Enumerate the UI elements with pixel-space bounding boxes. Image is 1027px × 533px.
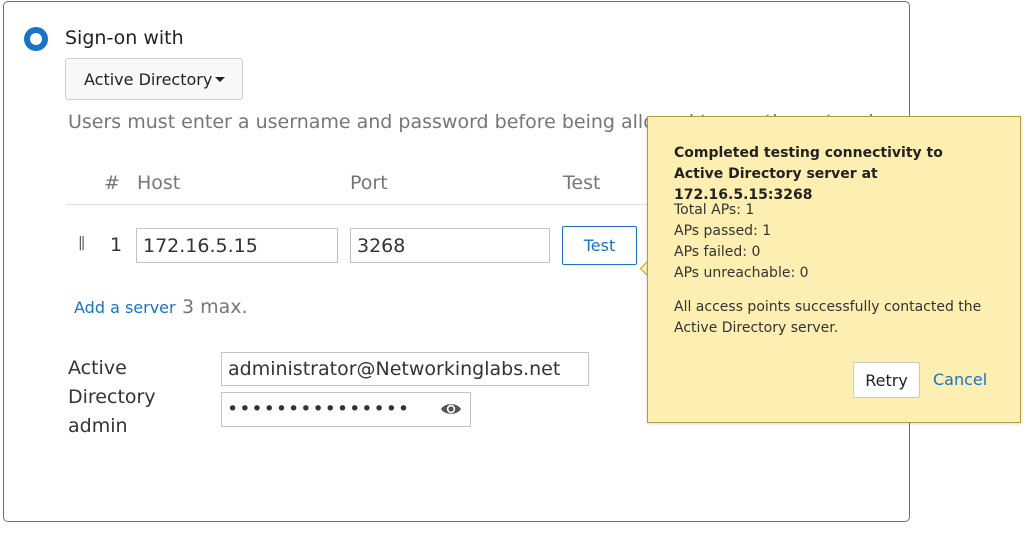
- test-button[interactable]: Test: [562, 226, 637, 265]
- popover-message: All access points successfully contacted…: [674, 299, 982, 336]
- host-input[interactable]: 172.16.5.15: [136, 228, 338, 263]
- col-header-number: #: [104, 172, 120, 194]
- admin-label-line: admin: [68, 415, 128, 437]
- directory-dropdown[interactable]: Active Directory: [65, 58, 243, 100]
- admin-label: Active Directory admin: [68, 354, 156, 441]
- stat-total-aps: Total APs: 1: [674, 202, 755, 218]
- drag-handle-icon[interactable]: ||: [78, 235, 86, 251]
- admin-label-line: Active: [68, 357, 127, 379]
- cancel-button[interactable]: Cancel: [933, 370, 987, 389]
- admin-label-line: Directory: [68, 386, 156, 408]
- admin-username-value: administrator@Networkinglabs.net: [228, 358, 561, 380]
- radio-selected-icon[interactable]: [24, 27, 48, 51]
- retry-button[interactable]: Retry: [853, 362, 920, 398]
- stat-aps-unreachable: APs unreachable: 0: [674, 265, 809, 281]
- port-input[interactable]: 3268: [350, 228, 550, 263]
- host-value: 172.16.5.15: [143, 234, 258, 257]
- col-header-host: Host: [137, 172, 181, 194]
- popover-title: Completed testing connectivity to Active…: [674, 145, 943, 203]
- stat-aps-failed: APs failed: 0: [674, 244, 761, 260]
- row-index: 1: [110, 234, 123, 256]
- stat-aps-passed: APs passed: 1: [674, 223, 772, 239]
- port-value: 3268: [357, 234, 406, 257]
- password-mask: •••••••••••••••: [227, 398, 411, 420]
- add-server-link[interactable]: Add a server: [74, 298, 176, 317]
- table-divider: [66, 204, 656, 205]
- max-servers-note: 3 max.: [182, 296, 248, 318]
- test-result-popover: Completed testing connectivity to Active…: [647, 116, 1021, 423]
- col-header-test: Test: [563, 172, 601, 194]
- col-header-port: Port: [350, 172, 388, 194]
- signon-title: Sign-on with: [65, 27, 184, 49]
- eye-icon[interactable]: [440, 401, 462, 417]
- dropdown-value: Active Directory: [84, 70, 213, 89]
- admin-username-input[interactable]: administrator@Networkinglabs.net: [221, 352, 589, 386]
- caret-down-icon: [215, 77, 225, 82]
